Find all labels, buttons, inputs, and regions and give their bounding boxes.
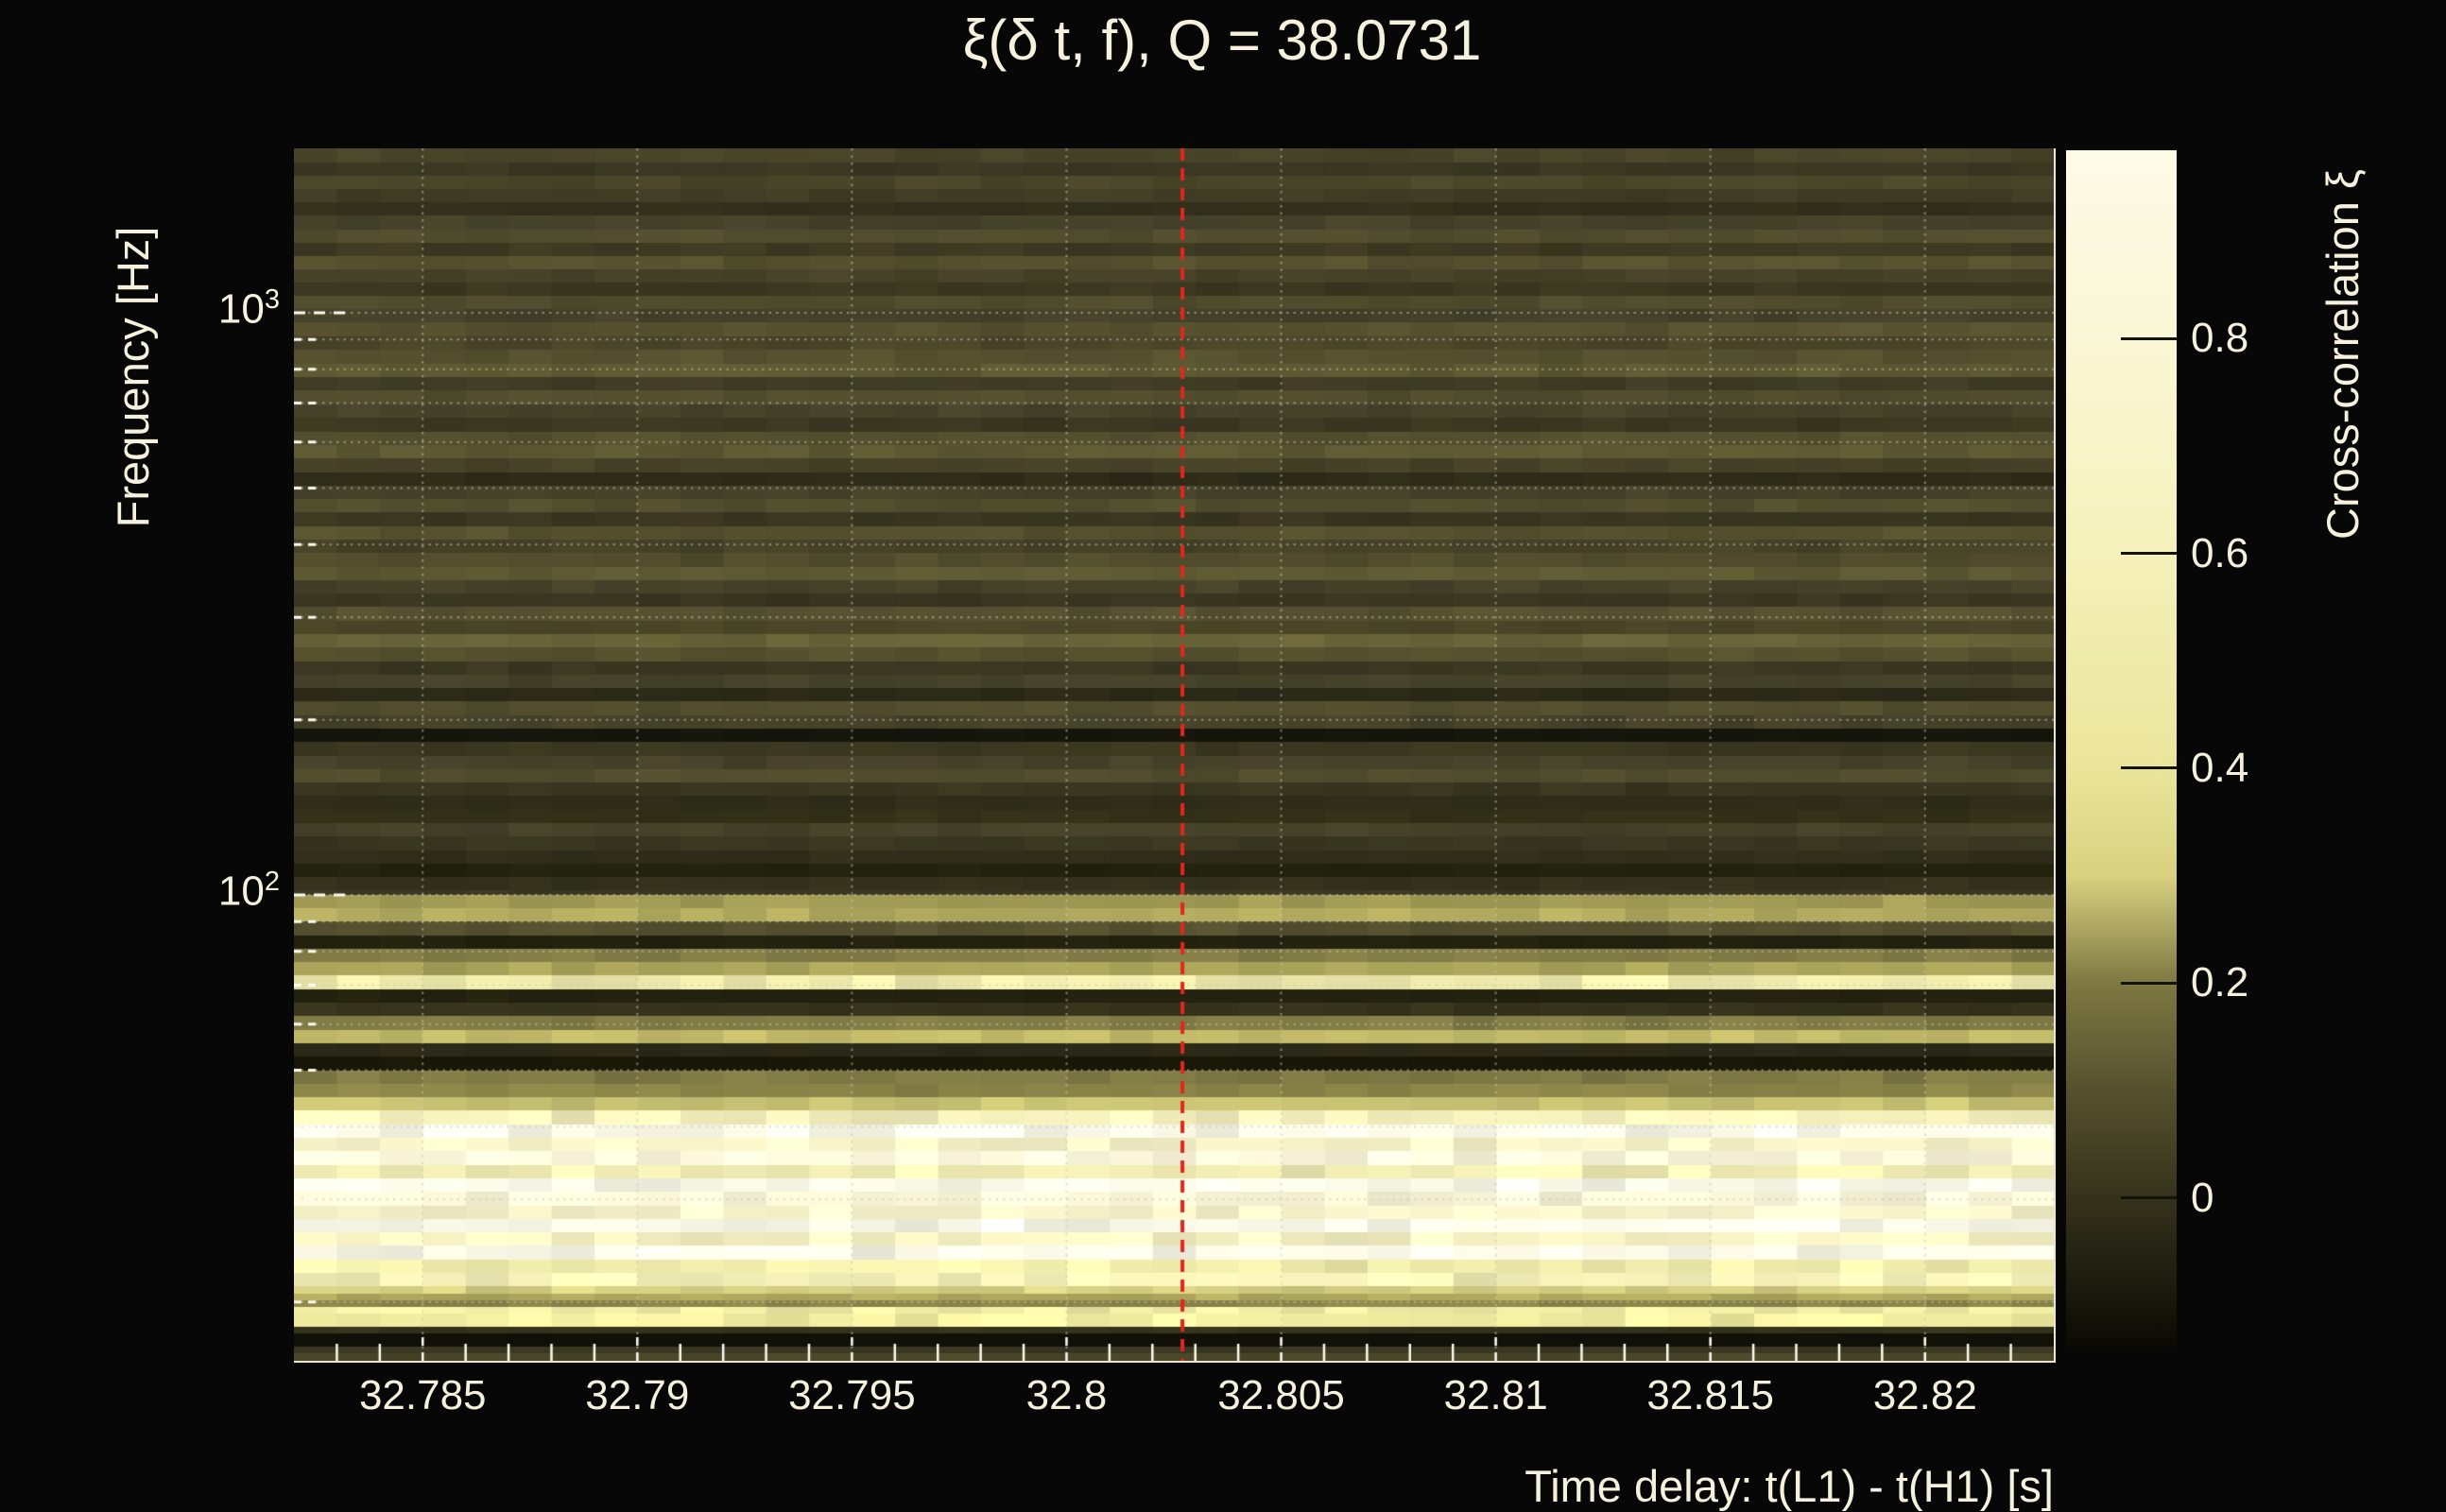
colorbar-tick bbox=[2121, 766, 2177, 770]
figure: ξ(δ t, f), Q = 38.0731 Frequency [Hz] 10… bbox=[0, 0, 2446, 1512]
colorbar-tick bbox=[2121, 1196, 2177, 1200]
colorbar-tick bbox=[2121, 336, 2177, 340]
heatmap-canvas[interactable] bbox=[294, 148, 2054, 1361]
colorbar-tick-label: 0 bbox=[2191, 1174, 2214, 1221]
x-tick-label: 32.79 bbox=[585, 1372, 690, 1418]
heatmap-plot-area[interactable] bbox=[294, 148, 2056, 1363]
plot-title: ξ(δ t, f), Q = 38.0731 bbox=[962, 9, 1482, 72]
x-tick-label: 32.81 bbox=[1443, 1372, 1548, 1418]
colorbar-tick-label: 0.4 bbox=[2191, 744, 2249, 791]
colorbar-label: Cross-correlation ξ bbox=[2317, 169, 2368, 540]
colorbar-tick bbox=[2121, 981, 2177, 985]
y-tick-label: 102 bbox=[217, 867, 280, 915]
x-axis-label: Time delay: t(L1) - t(H1) [s] bbox=[1524, 1461, 2054, 1511]
x-tick-label: 32.785 bbox=[358, 1372, 487, 1418]
y-tick-label: 103 bbox=[217, 284, 280, 333]
x-tick-label: 32.82 bbox=[1872, 1372, 1977, 1418]
x-tick-label: 32.795 bbox=[788, 1372, 916, 1418]
colorbar-tick-label: 0.8 bbox=[2191, 315, 2249, 362]
colorbar-tick bbox=[2121, 552, 2177, 555]
x-tick-label: 32.815 bbox=[1646, 1372, 1774, 1418]
colorbar bbox=[2066, 150, 2177, 1348]
x-tick-label: 32.8 bbox=[1025, 1372, 1108, 1418]
colorbar-tick-label: 0.2 bbox=[2191, 959, 2249, 1006]
colorbar-tick-label: 0.6 bbox=[2191, 529, 2249, 576]
y-axis-label: Frequency [Hz] bbox=[108, 226, 158, 528]
x-tick-label: 32.805 bbox=[1217, 1372, 1345, 1418]
